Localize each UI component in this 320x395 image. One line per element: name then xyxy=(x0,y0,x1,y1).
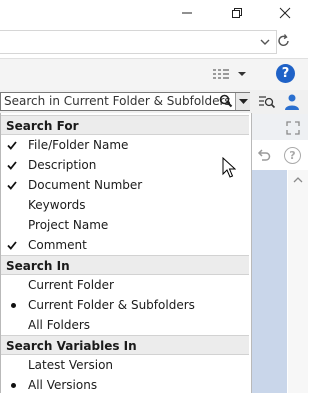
list-view-icon xyxy=(213,69,246,79)
radio-dot-icon xyxy=(7,375,19,395)
undo-button[interactable] xyxy=(256,147,272,163)
refresh-icon xyxy=(278,34,289,47)
help-button[interactable]: ? xyxy=(276,64,295,83)
menu-section-header: Search In xyxy=(1,255,249,275)
user-button[interactable] xyxy=(283,93,301,111)
advanced-search-button[interactable] xyxy=(258,94,276,110)
view-options-button[interactable] xyxy=(212,66,248,82)
menu-item[interactable]: Project Name xyxy=(1,215,249,235)
menu-item[interactable]: Latest Version xyxy=(1,355,249,375)
checkmark-icon xyxy=(6,155,18,175)
minimize-button[interactable] xyxy=(164,0,210,26)
menu-item[interactable]: Current Folder xyxy=(1,275,249,295)
menu-section-header: Search Variables In xyxy=(1,335,249,355)
toolbar xyxy=(0,58,308,92)
radio-dot-icon xyxy=(7,295,19,315)
address-input[interactable] xyxy=(0,30,277,54)
menu-item[interactable]: All Versions xyxy=(1,375,249,395)
cursor-icon xyxy=(222,156,237,178)
checkmark-icon xyxy=(6,235,18,255)
expand-icon xyxy=(286,121,300,135)
expand-button[interactable] xyxy=(285,120,301,136)
search-icon xyxy=(219,94,233,108)
restore-button[interactable] xyxy=(214,0,260,26)
menu-item[interactable]: Document Number xyxy=(1,175,249,195)
close-icon xyxy=(279,7,291,19)
menu-item[interactable]: Comment xyxy=(1,235,249,255)
preview-area xyxy=(250,170,287,393)
dropdown-arrow-icon xyxy=(238,98,248,104)
search-placeholder: Search in Current Folder & Subfolders xyxy=(4,94,231,108)
menu-item[interactable]: Description xyxy=(1,155,249,175)
search-button[interactable] xyxy=(219,94,233,108)
restore-icon xyxy=(232,8,242,18)
user-icon xyxy=(285,94,299,110)
menu-item[interactable]: All Folders xyxy=(1,315,249,335)
menu-item[interactable]: Current Folder & Subfolders xyxy=(1,295,249,315)
help-icon: ? xyxy=(281,66,290,81)
undo-icon xyxy=(257,149,271,161)
menu-item[interactable]: Keywords xyxy=(1,195,249,215)
mouse-cursor xyxy=(222,156,237,179)
checkmark-icon xyxy=(6,175,18,195)
advanced-search-icon xyxy=(259,96,276,109)
menu-item[interactable]: File/Folder Name xyxy=(1,135,249,155)
chevron-down-icon xyxy=(260,39,270,45)
panel-help-icon: ? xyxy=(289,149,296,162)
panel-scrollbar[interactable] xyxy=(288,170,308,393)
refresh-button[interactable] xyxy=(276,33,292,49)
close-button[interactable] xyxy=(262,0,308,26)
chevron-up-icon xyxy=(293,177,303,183)
checkmark-icon xyxy=(6,135,18,155)
scroll-up-button[interactable] xyxy=(292,174,304,184)
panel-help-button[interactable]: ? xyxy=(284,147,301,164)
minimize-icon xyxy=(182,12,192,14)
search-dropdown-button[interactable] xyxy=(235,93,250,110)
address-dropdown-button[interactable] xyxy=(258,35,272,49)
menu-section-header: Search For xyxy=(1,115,249,135)
